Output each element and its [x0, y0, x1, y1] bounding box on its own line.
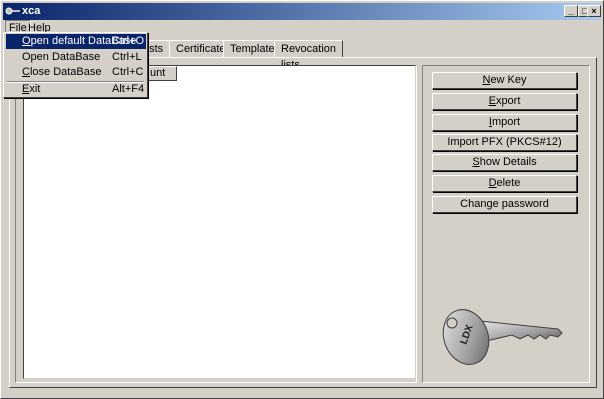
- minimize-button[interactable]: _: [564, 5, 578, 17]
- menu-item-shortcut: Ctrl+C: [112, 66, 144, 78]
- key-list[interactable]: unt: [23, 65, 416, 379]
- menu-item-shortcut: Ctrl+O: [112, 35, 145, 47]
- menu-item-shortcut: Ctrl+L: [112, 51, 142, 63]
- menu-item-shortcut: Alt+F4: [112, 83, 145, 95]
- key-illustration: LDX: [442, 309, 563, 365]
- show-details-button[interactable]: Show Details: [432, 154, 577, 171]
- change-password-label: Change password: [460, 198, 549, 210]
- delete-button[interactable]: Delete: [432, 175, 577, 192]
- menu-item-close-database[interactable]: Close DataBase Ctrl+C: [6, 65, 146, 80]
- tab-templates-label: Templates: [230, 43, 281, 55]
- menu-item-open-database[interactable]: Open DataBase Ctrl+L: [6, 50, 146, 65]
- show-details-accel: S: [472, 156, 480, 168]
- menu-item-text: xit: [29, 83, 41, 95]
- export-accel: E: [488, 95, 496, 107]
- key-app-icon: [5, 7, 20, 15]
- menu-item-accel: O: [22, 35, 31, 47]
- file-menu-dropdown: Open default DataBase Ctrl+O Open DataBa…: [3, 32, 148, 98]
- minimize-icon: _: [568, 6, 574, 16]
- export-label: xport: [495, 95, 521, 107]
- menu-item-label: Exit: [22, 82, 40, 97]
- menu-item-text: lose DataBase: [29, 66, 102, 78]
- change-password-button[interactable]: Change password: [432, 196, 577, 213]
- menu-item-open-default-database[interactable]: Open default DataBase Ctrl+O: [6, 34, 146, 49]
- import-pfx-label: Import PFX (PKCS#12): [447, 136, 562, 148]
- close-button[interactable]: ×: [587, 5, 601, 17]
- main-window: xca _ □ × File Help ests Certificates Te…: [0, 0, 604, 399]
- delete-label: elete: [496, 177, 521, 189]
- export-button[interactable]: Export: [432, 93, 577, 110]
- close-icon: ×: [591, 6, 597, 16]
- column-header-count[interactable]: unt: [145, 66, 177, 81]
- import-pfx-button[interactable]: Import PFX (PKCS#12): [432, 134, 577, 151]
- new-key-label: ew Key: [490, 74, 527, 86]
- delete-accel: D: [488, 177, 497, 189]
- menu-item-exit[interactable]: Exit Alt+F4: [6, 82, 146, 97]
- new-key-button[interactable]: New Key: [432, 72, 577, 89]
- window-title: xca: [22, 5, 41, 17]
- tab-revocation-lists[interactable]: Revocation lists: [274, 40, 344, 71]
- import-button[interactable]: Import: [432, 114, 577, 131]
- import-label: mport: [491, 116, 521, 128]
- title-bar[interactable]: xca _ □ ×: [3, 3, 601, 20]
- menu-item-accel: C: [22, 66, 30, 78]
- menu-item-label: Open DataBase: [22, 51, 101, 63]
- column-header-label: unt: [150, 67, 166, 79]
- show-details-label: how Details: [479, 156, 537, 168]
- menu-item-label: Close DataBase: [22, 65, 102, 80]
